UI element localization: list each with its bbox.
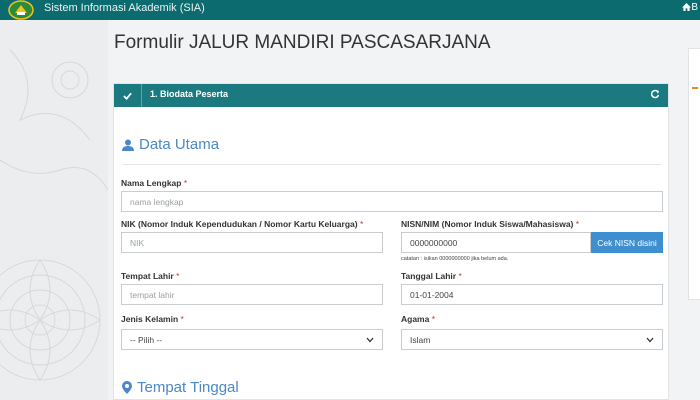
chevron-down-icon [646, 337, 654, 342]
nama-label: Nama Lengkap * [121, 178, 188, 188]
home-icon [682, 3, 692, 11]
map-marker-icon [122, 381, 132, 394]
step-check [114, 84, 142, 107]
tanggal-lahir-input[interactable] [401, 284, 663, 305]
page-title: Formulir JALUR MANDIRI PASCASARJANA [114, 32, 491, 53]
nisn-note: catatan : isikan 0000000000 jika belum a… [401, 256, 509, 262]
agama-value: Islam [410, 334, 431, 345]
accent-mark [692, 87, 698, 89]
user-icon [122, 139, 134, 151]
form-panel: 1. Biodata Peserta Data Utama Nama Lengk… [113, 83, 669, 400]
section-title: Tempat Tinggal [137, 379, 239, 396]
nisn-input[interactable] [401, 232, 591, 253]
home-label: B [691, 2, 698, 13]
refresh-icon[interactable] [650, 88, 660, 100]
nik-input[interactable] [121, 232, 383, 253]
university-logo [8, 0, 34, 20]
ornament-pattern [0, 49, 108, 381]
agama-select[interactable]: Islam [401, 329, 663, 350]
nama-input[interactable] [121, 191, 663, 212]
tanggal-lahir-label: Tanggal Lahir * [401, 271, 462, 281]
side-card [688, 48, 700, 300]
decorative-background [0, 20, 108, 400]
chevron-down-icon [366, 337, 374, 342]
section-title: Data Utama [139, 136, 220, 153]
jenis-kelamin-select[interactable]: -- Pilih -- [121, 329, 383, 350]
tempat-lahir-input[interactable] [121, 284, 383, 305]
nik-label: NIK (Nomor Induk Kependudukan / Nomor Ka… [121, 219, 364, 229]
home-link[interactable]: B [682, 2, 698, 13]
top-navbar: Sistem Informasi Akademik (SIA) B [0, 0, 700, 20]
divider [122, 164, 662, 165]
section-data-utama: Data Utama [122, 136, 219, 153]
app-title: Sistem Informasi Akademik (SIA) [44, 2, 205, 14]
jenis-kelamin-label: Jenis Kelamin * [121, 314, 184, 324]
nisn-label: NISN/NIM (Nomor Induk Siswa/Mahasiswa) * [401, 219, 580, 229]
step-header[interactable]: 1. Biodata Peserta [114, 84, 668, 107]
section-tempat-tinggal: Tempat Tinggal [122, 379, 239, 396]
cek-nisn-button[interactable]: Cek NISN disini [591, 232, 663, 253]
tempat-lahir-label: Tempat Lahir * [121, 271, 180, 281]
agama-label: Agama * [401, 314, 436, 324]
jenis-kelamin-value: -- Pilih -- [130, 334, 163, 345]
step-label: 1. Biodata Peserta [150, 89, 229, 99]
check-icon [123, 92, 132, 100]
